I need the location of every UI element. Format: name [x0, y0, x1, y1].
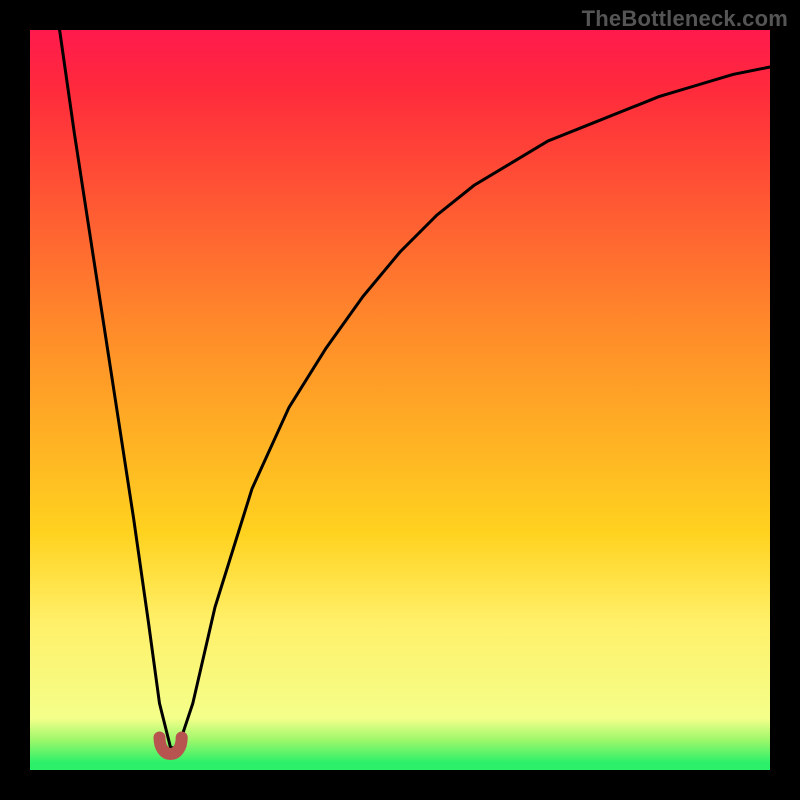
plot-area [30, 30, 770, 770]
curve-svg [30, 30, 770, 770]
bottleneck-curve [60, 30, 770, 748]
watermark-text: TheBottleneck.com [582, 6, 788, 32]
outer-frame: TheBottleneck.com [0, 0, 800, 800]
